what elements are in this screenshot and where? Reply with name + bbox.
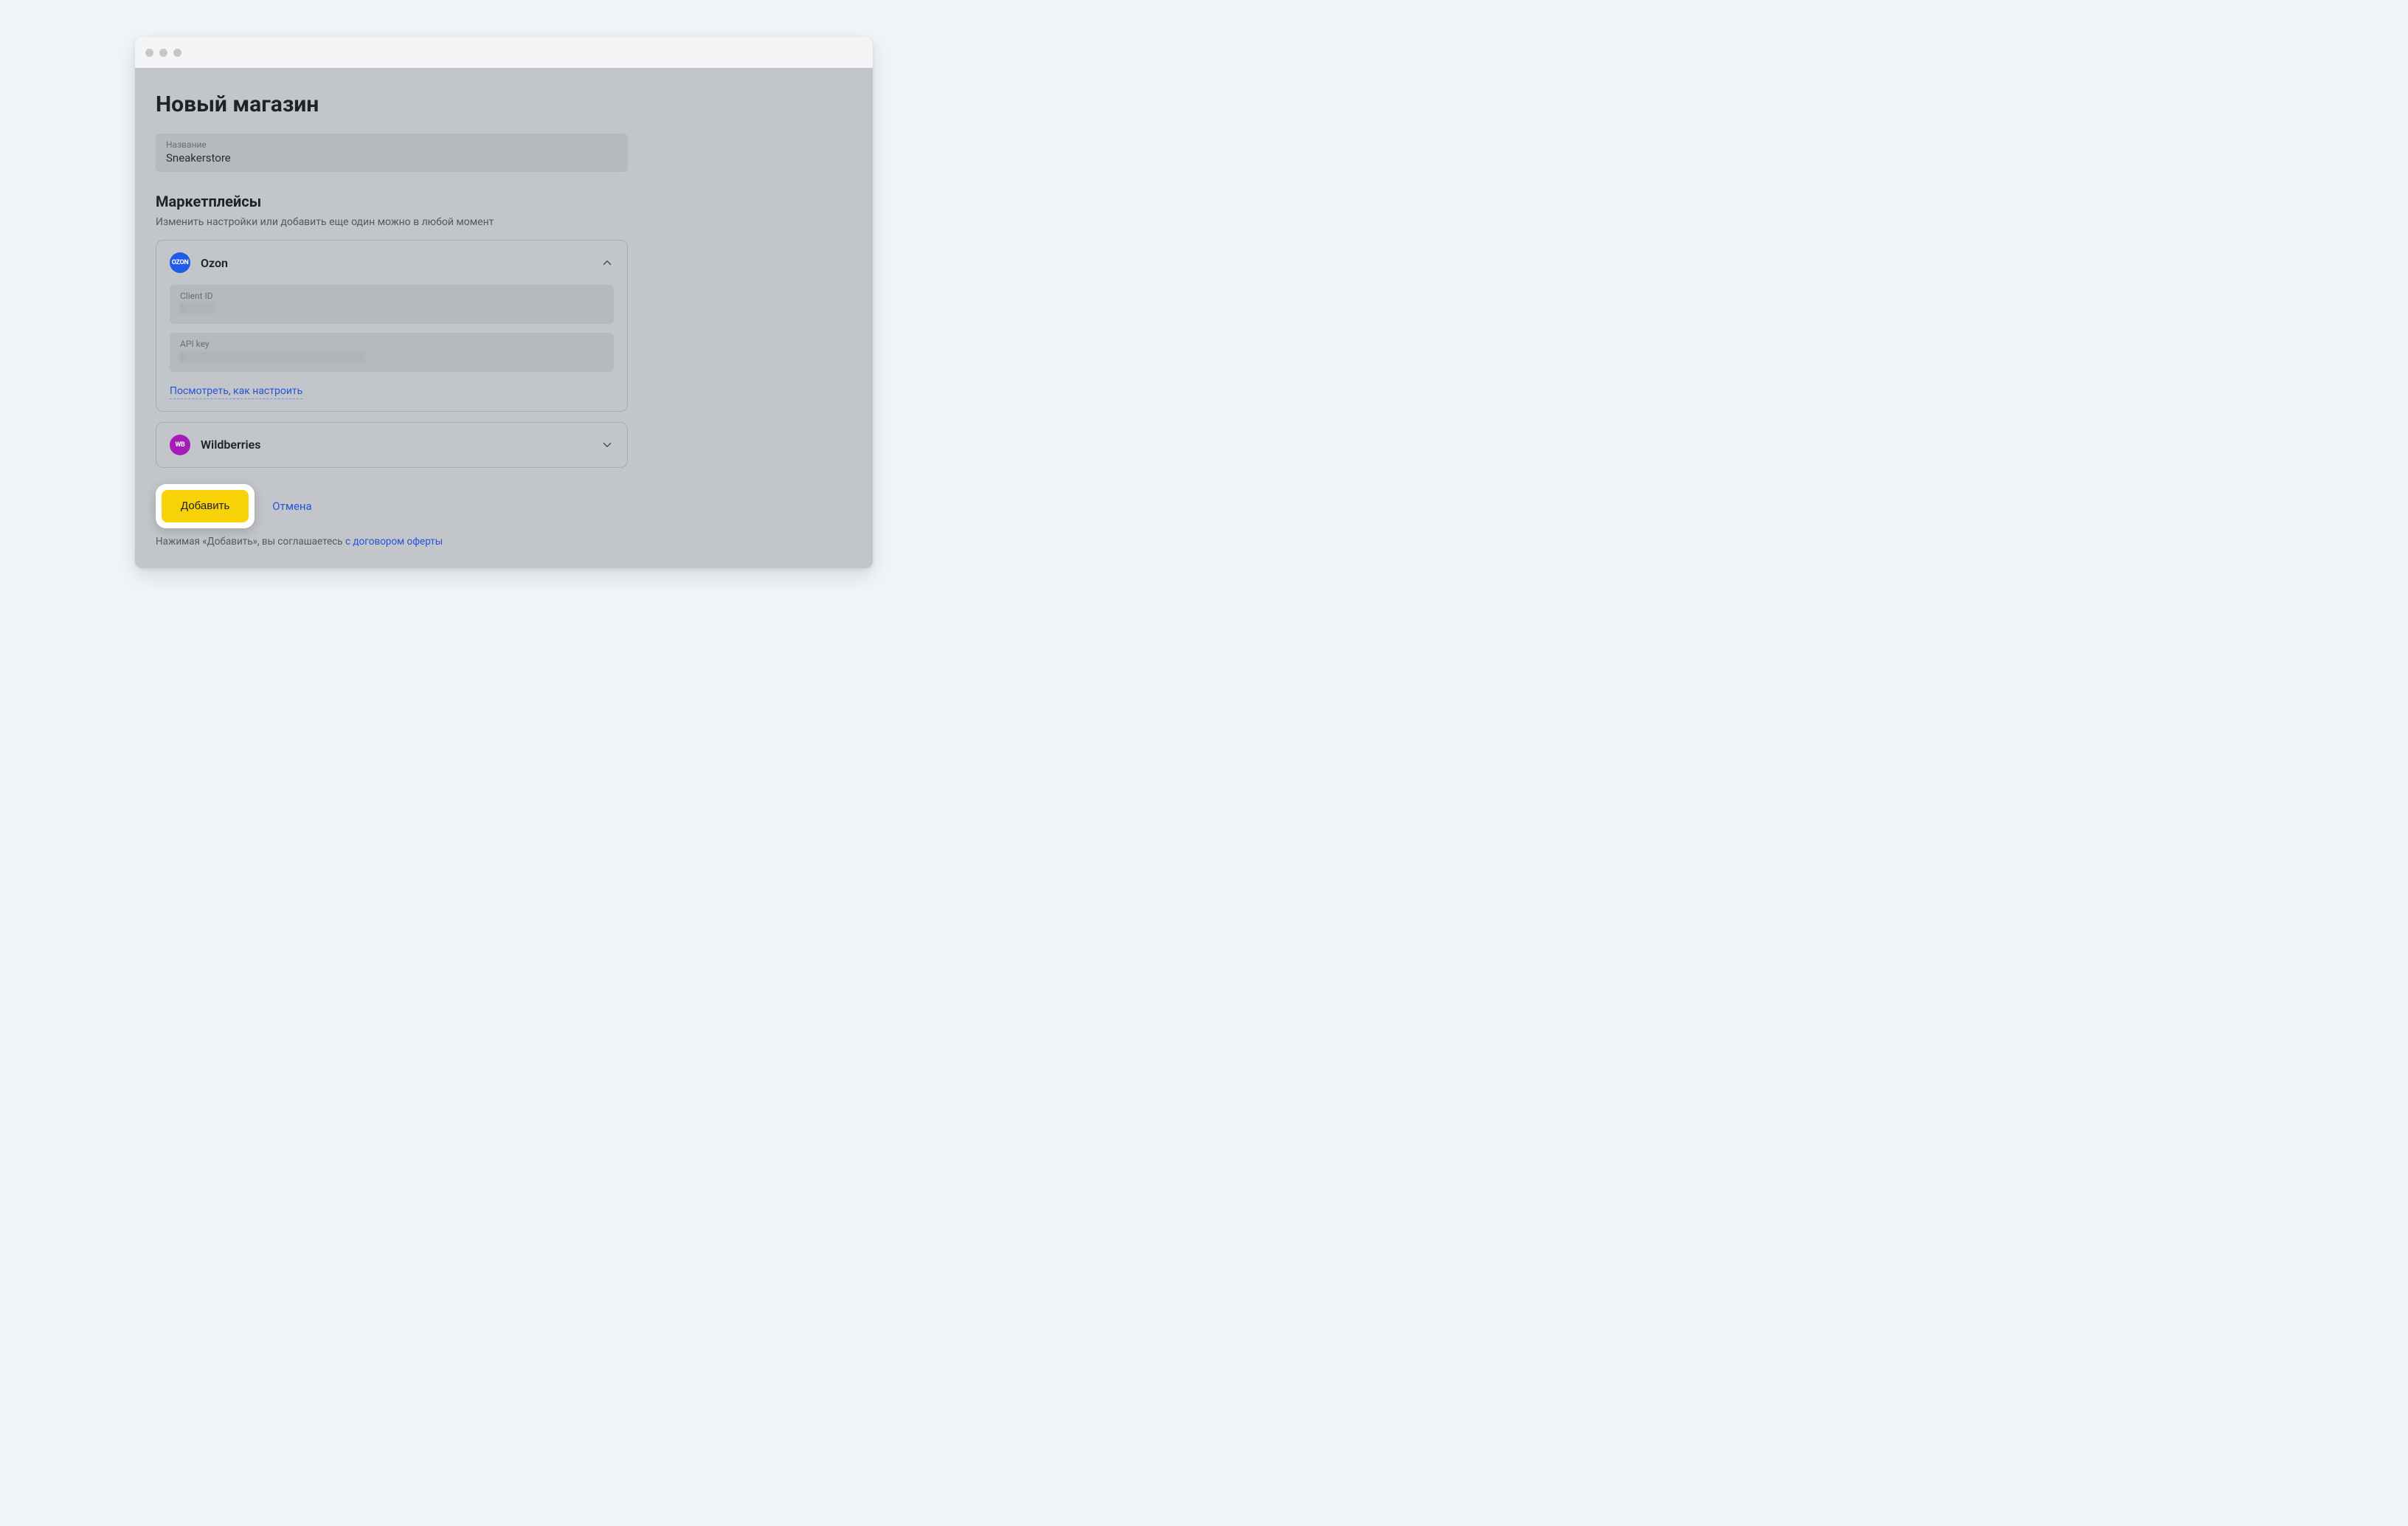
window-zoom-dot[interactable] (173, 49, 181, 57)
ozon-icon: OZON (170, 252, 190, 273)
wildberries-card-header[interactable]: WB Wildberries (156, 423, 627, 467)
terms-text: Нажимая «Добавить», вы соглашаетесь с до… (156, 536, 852, 548)
wildberries-name: Wildberries (201, 438, 590, 452)
api-key-value-redacted (180, 351, 364, 362)
store-name-label: Название (166, 139, 617, 150)
marketplaces-hint: Изменить настройки или добавить еще один… (156, 216, 852, 228)
ozon-card-body: Client ID API key Посмотреть, как настро… (156, 285, 627, 411)
chevron-down-icon (601, 438, 614, 452)
store-name-value: Sneakerstore (166, 151, 617, 165)
ozon-setup-link[interactable]: Посмотреть, как настроить (170, 385, 302, 399)
client-id-value-redacted (180, 303, 215, 314)
client-id-label: Client ID (180, 291, 603, 301)
cancel-button[interactable]: Отмена (272, 500, 311, 513)
app-window: Новый магазин Название Sneakerstore Марк… (135, 37, 873, 568)
terms-prefix: Нажимая «Добавить», вы соглашаетесь (156, 536, 345, 548)
client-id-field[interactable]: Client ID (170, 285, 614, 324)
wildberries-card: WB Wildberries (156, 422, 628, 468)
api-key-field[interactable]: API key (170, 333, 614, 372)
ozon-card: OZON Ozon Client ID API key Посмотреть, … (156, 240, 628, 412)
add-button[interactable]: Добавить (162, 490, 249, 522)
page-content: Новый магазин Название Sneakerstore Марк… (135, 68, 873, 568)
chevron-up-icon (601, 256, 614, 269)
ozon-name: Ozon (201, 256, 590, 270)
window-close-dot[interactable] (145, 49, 153, 57)
store-name-field[interactable]: Название Sneakerstore (156, 134, 628, 172)
action-button-row: Добавить Отмена (156, 484, 852, 528)
terms-link[interactable]: с договором оферты (345, 536, 443, 548)
marketplaces-title: Маркетплейсы (156, 193, 852, 210)
wildberries-icon: WB (170, 435, 190, 455)
window-minimize-dot[interactable] (159, 49, 167, 57)
api-key-label: API key (180, 339, 603, 349)
add-button-highlight: Добавить (156, 484, 255, 528)
window-titlebar (135, 37, 873, 68)
ozon-card-header[interactable]: OZON Ozon (156, 241, 627, 285)
page-title: Новый магазин (156, 92, 852, 117)
